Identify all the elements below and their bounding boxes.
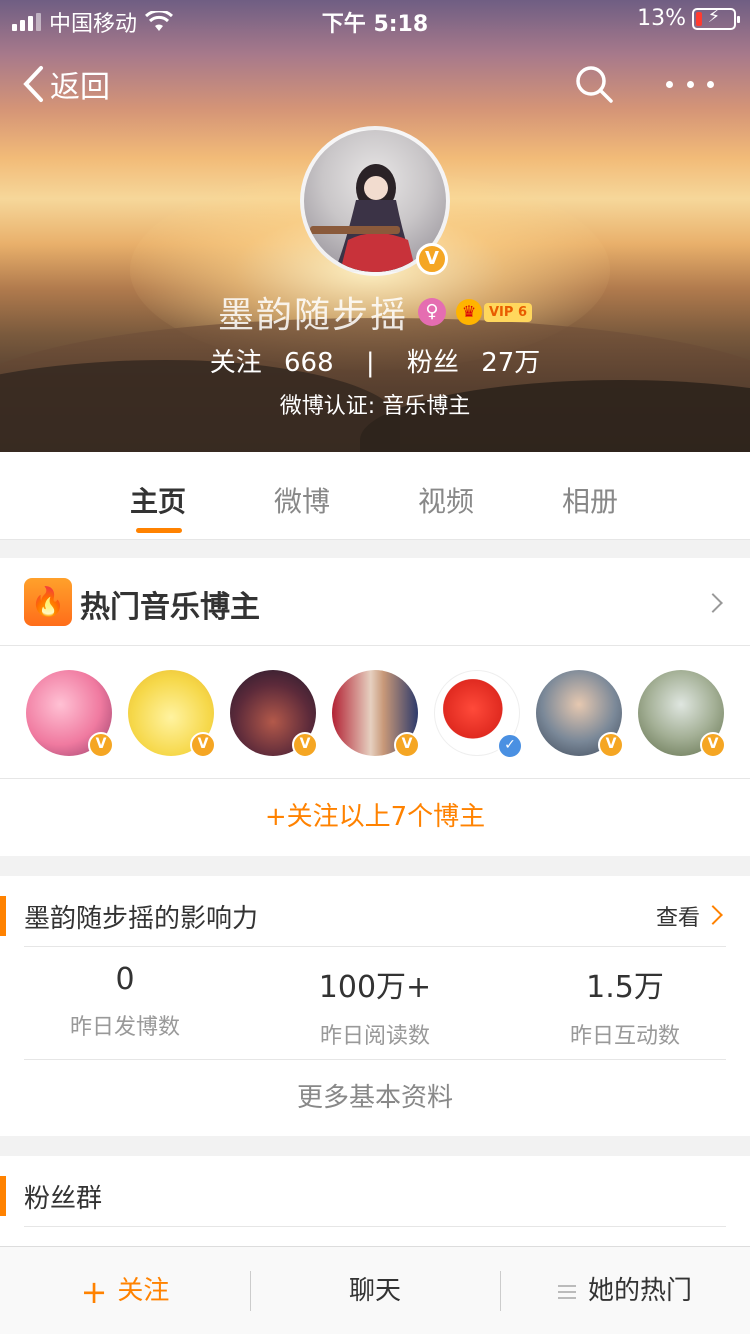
status-bar: 中国移动 下午 5:18 13% ⚡ <box>0 0 750 40</box>
vip-level: VIP 6 <box>484 302 532 322</box>
her-hot-label: 她的热门 <box>587 1276 692 1306</box>
blogger-avatar[interactable]: V <box>536 670 624 758</box>
follow-label: 关注 <box>117 1276 170 1306</box>
more-options-icon[interactable] <box>666 66 714 102</box>
her-hot-button[interactable]: 她的热门 <box>500 1247 750 1334</box>
hot-bloggers-title: 热门音乐博主 <box>80 590 260 625</box>
blogger-avatar[interactable]: V <box>26 670 114 758</box>
tab-weibo[interactable]: 微博 <box>274 480 330 520</box>
following-count: 668 <box>283 348 334 378</box>
chat-button[interactable]: 聊天 <box>250 1247 500 1334</box>
hot-bloggers-header[interactable]: 🔥 热门音乐博主 <box>0 558 750 646</box>
chat-label: 聊天 <box>348 1276 401 1306</box>
verified-badge-icon: V <box>416 243 448 275</box>
metric-reads: 100万+ 昨日阅读数 <box>250 962 500 1050</box>
blogger-avatar[interactable]: V <box>638 670 726 758</box>
follow-button[interactable]: + 关注 <box>0 1247 250 1334</box>
crown-icon: ♛ <box>456 299 482 325</box>
charging-bolt-icon: ⚡ <box>707 5 721 27</box>
menu-icon <box>557 1284 576 1299</box>
fans-label: 粉丝 <box>406 348 459 378</box>
profile-tabs: 主页 微博 视频 相册 <box>0 452 750 540</box>
name-row: 墨韵随步摇 ♀ ♛ VIP 6 <box>0 286 750 338</box>
blogger-avatar-row: V V V V ✓ V V <box>0 646 750 779</box>
fans-count: 27万 <box>481 348 541 378</box>
metric-value: 0 <box>115 962 135 997</box>
metric-label: 昨日阅读数 <box>319 1024 430 1049</box>
battery-icon: ⚡ <box>692 5 740 30</box>
bottom-action-bar: + 关注 聊天 她的热门 <box>0 1246 750 1334</box>
stats-divider: | <box>365 348 375 378</box>
section-accent-bar <box>0 896 6 936</box>
back-label: 返回 <box>50 70 110 105</box>
profile-page: 中国移动 下午 5:18 13% ⚡ 返回 V 墨韵随步摇 ♀ ♛ VIP 6 … <box>0 0 750 1334</box>
verified-blue-badge-icon: ✓ <box>497 733 523 759</box>
search-icon[interactable] <box>574 64 614 104</box>
metric-value: 100万+ <box>318 970 432 1005</box>
divider <box>24 1226 726 1227</box>
section-accent-bar <box>0 1176 6 1216</box>
plus-icon: + <box>80 1272 108 1311</box>
follow-all-button[interactable]: +关注以上7个博主 <box>0 779 750 856</box>
following-stat[interactable]: 关注 668 <box>210 348 342 378</box>
metric-interactions: 1.5万 昨日互动数 <box>500 962 750 1050</box>
verified-badge-icon: V <box>292 732 318 758</box>
metric-label: 昨日互动数 <box>569 1024 680 1049</box>
blogger-avatar[interactable]: ✓ <box>434 670 523 759</box>
back-button[interactable]: 返回 <box>22 62 110 106</box>
follow-stats: 关注 668 | 粉丝 27万 <box>0 342 750 379</box>
chevron-right-icon <box>703 905 723 925</box>
tab-home[interactable]: 主页 <box>130 480 186 520</box>
hot-bloggers-card: 🔥 热门音乐博主 V V V V ✓ V V +关注以上7个博主 <box>0 558 750 856</box>
vip-badge[interactable]: ♛ VIP 6 <box>456 299 532 325</box>
influence-title: 墨韵随步摇的影响力 <box>24 904 259 934</box>
battery-group: 13% ⚡ <box>637 5 740 31</box>
blogger-avatar[interactable]: V <box>332 670 420 758</box>
fans-group-card[interactable]: 粉丝群 <box>0 1156 750 1246</box>
following-label: 关注 <box>209 348 262 378</box>
metric-value: 1.5万 <box>586 970 664 1005</box>
certification-text: 微博认证: 音乐博主 <box>279 394 471 419</box>
metric-label: 昨日发博数 <box>69 1015 180 1040</box>
blogger-avatar[interactable]: V <box>128 670 216 758</box>
active-tab-indicator <box>136 528 182 533</box>
fans-stat[interactable]: 粉丝 27万 <box>407 348 540 378</box>
verified-badge-icon: V <box>394 732 420 758</box>
more-info-link[interactable]: 更多基本资料 <box>0 1060 750 1136</box>
metric-posts: 0 昨日发博数 <box>0 962 250 1041</box>
blogger-avatar[interactable]: V <box>230 670 318 758</box>
verified-badge-icon: V <box>88 732 114 758</box>
fire-icon: 🔥 <box>24 578 72 626</box>
tab-video[interactable]: 视频 <box>418 480 474 520</box>
influence-card: 墨韵随步摇的影响力 查看 0 昨日发博数 100万+ 昨日阅读数 1.5万 昨日… <box>0 876 750 1136</box>
verified-badge-icon: V <box>598 732 624 758</box>
tab-album[interactable]: 相册 <box>562 480 618 520</box>
fans-group-title: 粉丝群 <box>24 1184 103 1214</box>
chevron-right-icon <box>703 593 723 613</box>
chevron-left-icon <box>23 66 43 102</box>
top-nav: 返回 <box>0 52 750 116</box>
profile-name: 墨韵随步摇 <box>217 295 408 336</box>
verified-badge-icon: V <box>190 732 216 758</box>
view-influence-link[interactable]: 查看 <box>656 900 700 932</box>
divider <box>24 946 726 947</box>
female-icon: ♀ <box>418 298 446 326</box>
verified-badge-icon: V <box>700 732 726 758</box>
battery-percent: 13% <box>637 6 686 31</box>
